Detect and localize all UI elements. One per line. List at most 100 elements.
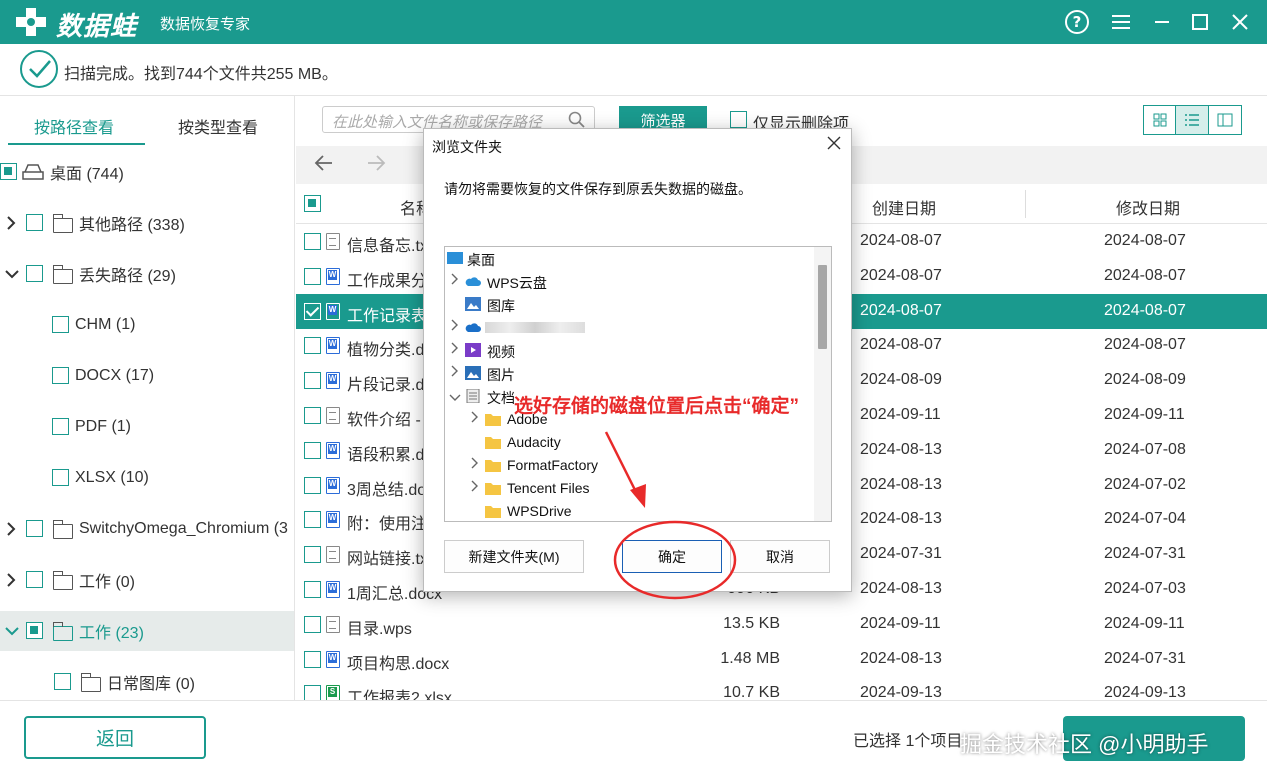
row-checkbox[interactable] <box>304 581 321 598</box>
dialog-scrollbar[interactable] <box>814 247 831 521</box>
chevron-right-icon[interactable] <box>6 215 22 231</box>
chevron-right-icon[interactable] <box>471 457 479 472</box>
minimize-icon[interactable] <box>1148 8 1176 36</box>
chevron-right-icon[interactable] <box>6 572 22 588</box>
folder-item-redacted[interactable] <box>445 316 815 339</box>
tree-item-work-23[interactable]: 工作 (23) <box>0 611 294 651</box>
annotation-text: 选好存储的磁盘位置后点击“确定” <box>514 396 800 417</box>
file-name: 附：使用注 <box>347 516 428 534</box>
svg-text:?: ? <box>1073 13 1082 31</box>
row-checkbox[interactable] <box>304 615 321 633</box>
title-bar: 数据蛙 数据恢复专家 ? <box>0 0 1267 44</box>
row-checkbox[interactable] <box>304 650 321 668</box>
chevron-right-icon[interactable] <box>471 411 479 426</box>
chevron-right-icon[interactable] <box>451 365 459 380</box>
back-arrow-icon[interactable] <box>314 152 334 178</box>
tree-item-other-paths[interactable]: 其他路径 (338) <box>0 203 294 243</box>
chevron-right-icon[interactable] <box>451 273 459 288</box>
tree-item-lost-paths[interactable]: 丢失路径 (29) <box>0 254 294 294</box>
file-name: 工作成果分 <box>347 272 428 290</box>
menu-icon[interactable] <box>1107 8 1135 36</box>
row-checkbox[interactable] <box>304 546 321 564</box>
close-icon[interactable] <box>1226 8 1254 36</box>
table-row[interactable]: 目录.wps 13.5 KB 2024-09-11 2024-09-11 <box>296 607 1267 642</box>
tab-by-path[interactable]: 按路径查看 <box>34 114 114 138</box>
tree-checkbox[interactable] <box>52 418 69 435</box>
tree-item-daily-gallery[interactable]: 日常图库 (0) <box>0 662 294 700</box>
tree-checkbox[interactable] <box>26 265 43 282</box>
row-checkbox[interactable] <box>304 476 321 494</box>
help-icon[interactable]: ? <box>1063 8 1091 36</box>
row-checkbox[interactable] <box>304 372 321 390</box>
tree-item-switchyomega[interactable]: SwitchyOmega_Chromium (3 <box>0 509 294 549</box>
folder-item-videos[interactable]: 视频 <box>445 339 815 362</box>
chevron-down-icon[interactable] <box>4 266 20 282</box>
created-date: 2024-08-07 <box>860 301 942 319</box>
tree-item-pdf[interactable]: PDF (1) <box>0 407 294 447</box>
search-icon[interactable] <box>568 111 586 129</box>
row-checkbox[interactable] <box>304 233 321 250</box>
file-name: 目录.wps <box>347 620 412 638</box>
modified-date: 2024-09-11 <box>1104 614 1185 632</box>
folder-item-formatfactory[interactable]: FormatFactory <box>445 454 815 477</box>
tree-item-chm[interactable]: CHM (1) <box>0 305 294 345</box>
deleted-only-checkbox[interactable] <box>730 111 747 128</box>
cancel-button[interactable]: 取消 <box>730 540 830 573</box>
folder-item-wps-cloud[interactable]: WPS云盘 <box>445 270 815 293</box>
folder-item-tencent-files[interactable]: Tencent Files <box>445 477 815 500</box>
folder-item-audacity[interactable]: Audacity <box>445 431 815 454</box>
tree-checkbox[interactable] <box>52 469 69 486</box>
tree-checkbox[interactable] <box>54 673 71 690</box>
folder-item-pictures[interactable]: 图片 <box>445 362 815 385</box>
folder-label: WPSDrive <box>507 503 572 519</box>
forward-arrow-icon[interactable] <box>366 152 386 178</box>
tree-item-docx[interactable]: DOCX (17) <box>0 356 294 396</box>
modified-date: 2024-07-02 <box>1104 475 1186 493</box>
row-checkbox[interactable] <box>304 407 321 424</box>
dialog-close-icon[interactable] <box>827 134 841 155</box>
back-button[interactable]: 返回 <box>24 716 206 759</box>
ok-button[interactable]: 确定 <box>622 540 722 573</box>
new-folder-button[interactable]: 新建文件夹(M) <box>444 540 584 573</box>
grid-view-icon[interactable] <box>1144 106 1177 134</box>
row-checkbox[interactable] <box>304 511 321 529</box>
maximize-icon[interactable] <box>1186 8 1214 36</box>
tree-item-desktop[interactable]: 桌面 (744) <box>0 152 294 192</box>
modified-date: 2024-07-31 <box>1104 649 1186 667</box>
file-name: 片段记录.d <box>347 377 425 395</box>
row-checkbox[interactable] <box>304 337 321 355</box>
tree-item-work-0[interactable]: 工作 (0) <box>0 560 294 600</box>
column-created[interactable]: 创建日期 <box>872 195 936 219</box>
chevron-right-icon[interactable] <box>451 319 459 334</box>
row-checkbox[interactable] <box>304 441 321 459</box>
row-checkbox[interactable] <box>304 267 321 285</box>
chevron-right-icon[interactable] <box>6 521 22 537</box>
folder-item-wpsdrive[interactable]: WPSDrive <box>445 500 815 521</box>
chevron-right-icon[interactable] <box>451 342 459 357</box>
tree-label: 其他路径 (338) <box>79 217 185 234</box>
tree-checkbox[interactable] <box>26 214 43 231</box>
select-all-checkbox[interactable] <box>304 195 321 212</box>
dialog-scroll-thumb[interactable] <box>818 265 827 349</box>
chevron-right-icon[interactable] <box>471 480 479 495</box>
tab-by-type[interactable]: 按类型查看 <box>178 114 258 138</box>
chevron-down-icon[interactable] <box>4 623 20 639</box>
folder-item-gallery[interactable]: 图库 <box>445 293 815 316</box>
table-row[interactable]: 项目构思.docx 1.48 MB 2024-08-13 2024-07-31 <box>296 642 1267 677</box>
list-view-icon[interactable] <box>1176 106 1209 134</box>
tree-checkbox[interactable] <box>0 163 17 180</box>
detail-view-icon[interactable] <box>1209 106 1241 134</box>
tree-item-xlsx[interactable]: XLSX (10) <box>0 458 294 498</box>
folder-icon <box>485 437 501 449</box>
tree-checkbox[interactable] <box>26 520 43 537</box>
tree-checkbox[interactable] <box>26 622 43 639</box>
chevron-down-icon[interactable] <box>449 391 461 405</box>
tree-checkbox[interactable] <box>26 571 43 588</box>
tree-checkbox[interactable] <box>52 316 69 333</box>
row-checkbox[interactable] <box>304 302 321 320</box>
column-modified[interactable]: 修改日期 <box>1116 195 1180 219</box>
file-name: 植物分类.d <box>347 342 425 360</box>
word-file-icon <box>326 581 340 598</box>
folder-item-desktop[interactable]: 桌面 <box>445 247 815 270</box>
tree-checkbox[interactable] <box>52 367 69 384</box>
